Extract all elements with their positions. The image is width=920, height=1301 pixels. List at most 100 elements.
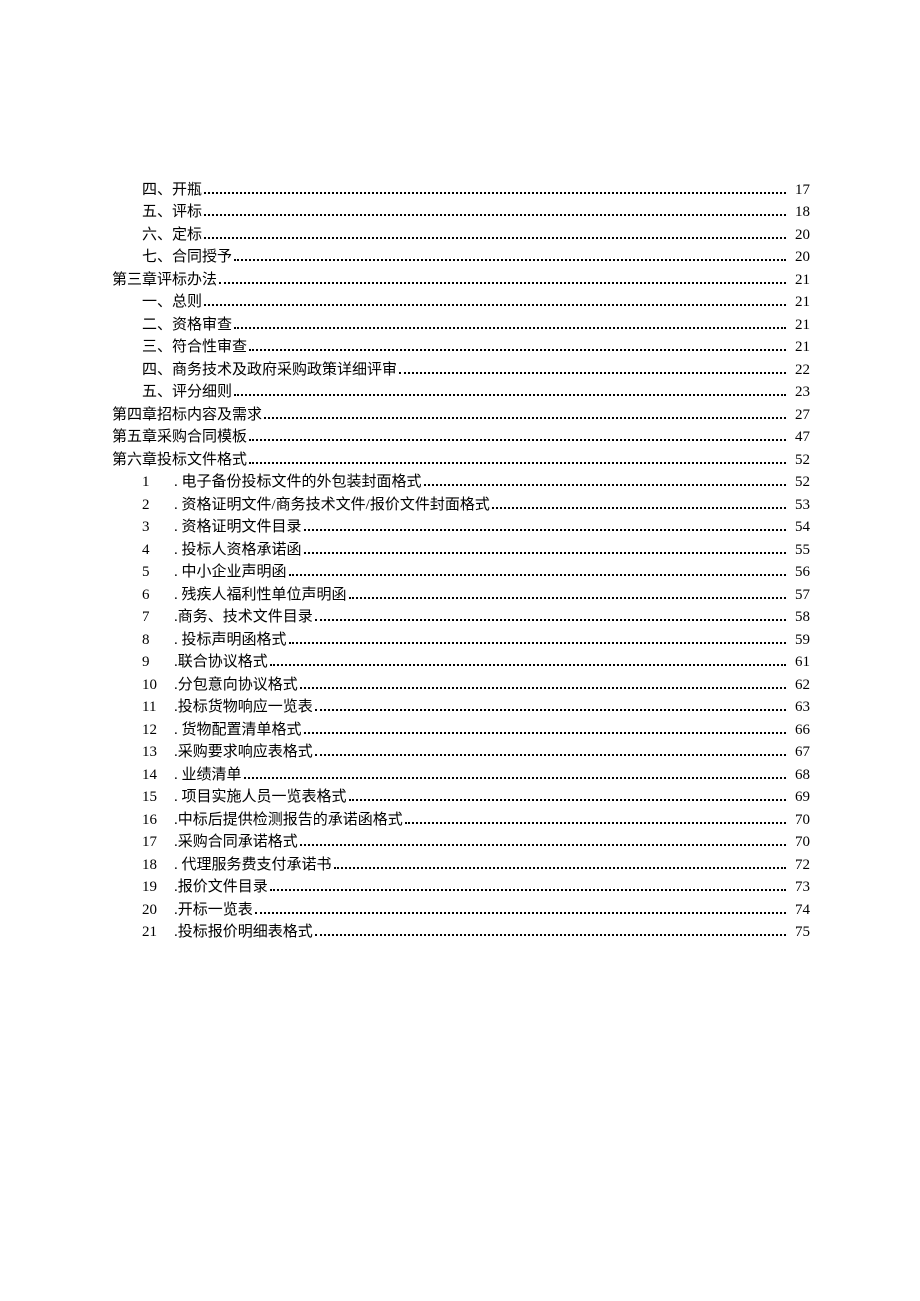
toc-entry-page: 62 [788, 675, 810, 696]
toc-leader-dots [304, 538, 786, 554]
toc-entry: 20.开标一览表 74 [112, 898, 810, 921]
toc-entry: 17.采购合同承诺格式70 [112, 831, 810, 854]
toc-entry-page: 18 [788, 202, 810, 223]
toc-entry: 五、评分细则 23 [112, 381, 810, 404]
toc-entry: 七、合同授予 20 [112, 246, 810, 269]
toc-entry-page: 21 [788, 292, 810, 313]
table-of-contents: 四、开瓶17五、评标18六、定标20七、合同授予20第三章评标办法21一、总则2… [112, 178, 810, 943]
toc-entry-label: . 业绩清单 [174, 765, 242, 786]
toc-entry: 6. 残疾人福利性单位声明函 57 [112, 583, 810, 606]
toc-entry-label: 三、符合性审查 [142, 337, 247, 358]
toc-entry: 10.分包意向协议格式 62 [112, 673, 810, 696]
toc-leader-dots [315, 741, 786, 757]
toc-entry-number: 2 [142, 495, 174, 516]
toc-entry: 18. 代理服务费支付承诺书 72 [112, 853, 810, 876]
toc-entry-number: 18 [142, 855, 174, 876]
toc-entry-page: 21 [788, 270, 810, 291]
toc-leader-dots [424, 471, 786, 487]
toc-leader-dots [234, 246, 786, 262]
toc-leader-dots [304, 516, 786, 532]
toc-entry: 19.报价文件目录 73 [112, 876, 810, 899]
toc-entry-page: 20 [788, 247, 810, 268]
toc-entry: 21.投标报价明细表格式75 [112, 921, 810, 944]
toc-entry-number: 10 [142, 675, 174, 696]
toc-entry-page: 21 [788, 315, 810, 336]
toc-entry-number: 9 [142, 652, 174, 673]
toc-entry: 三、符合性审查 21 [112, 336, 810, 359]
toc-page: 四、开瓶17五、评标18六、定标20七、合同授予20第三章评标办法21一、总则2… [0, 0, 920, 1301]
toc-entry-label: 一、总则 [142, 292, 202, 313]
toc-entry-number: 16 [142, 810, 174, 831]
toc-entry: 二、资格审查21 [112, 313, 810, 336]
toc-entry: 8. 投标声明函格式59 [112, 628, 810, 651]
toc-entry: 12. 货物配置清单格式66 [112, 718, 810, 741]
toc-entry-label: .中标后提供检测报告的承诺函格式 [174, 810, 403, 831]
toc-entry-label: .采购合同承诺格式 [174, 832, 298, 853]
toc-entry-label: .开标一览表 [174, 900, 253, 921]
toc-entry-page: 57 [788, 585, 810, 606]
toc-entry-page: 69 [788, 787, 810, 808]
toc-entry-page: 27 [788, 405, 810, 426]
toc-entry: 14. 业绩清单 68 [112, 763, 810, 786]
toc-entry-page: 22 [788, 360, 810, 381]
toc-entry-page: 67 [788, 742, 810, 763]
toc-entry-label: . 中小企业声明函 [174, 562, 287, 583]
toc-entry-number: 5 [142, 562, 174, 583]
toc-entry-label: .报价文件目录 [174, 877, 268, 898]
toc-leader-dots [300, 831, 786, 847]
toc-entry: 15. 项目实施人员一览表格式 69 [112, 786, 810, 809]
toc-entry-number: 15 [142, 787, 174, 808]
toc-entry-number: 11 [142, 697, 174, 718]
toc-entry-page: 68 [788, 765, 810, 786]
toc-entry: 六、定标20 [112, 223, 810, 246]
toc-entry-number: 13 [142, 742, 174, 763]
toc-leader-dots [204, 201, 786, 217]
toc-entry-label: .投标货物响应一览表 [174, 697, 313, 718]
toc-leader-dots [249, 448, 786, 464]
toc-entry: 五、评标18 [112, 201, 810, 224]
toc-entry-page: 23 [788, 382, 810, 403]
toc-entry-page: 56 [788, 562, 810, 583]
toc-entry-label: .商务、技术文件目录 [174, 607, 313, 628]
toc-entry-page: 52 [788, 472, 810, 493]
toc-entry-label: 七、合同授予 [142, 247, 232, 268]
toc-leader-dots [264, 403, 786, 419]
toc-leader-dots [315, 696, 786, 712]
toc-entry-number: 6 [142, 585, 174, 606]
toc-entry: 9.联合协议格式 61 [112, 651, 810, 674]
toc-entry-label: 第三章评标办法 [112, 270, 217, 291]
toc-entry-label: 五、评分细则 [142, 382, 232, 403]
toc-entry-label: . 投标人资格承诺函 [174, 540, 302, 561]
toc-entry-number: 21 [142, 922, 174, 943]
toc-entry: 第四章招标内容及需求27 [112, 403, 810, 426]
toc-leader-dots [349, 786, 786, 802]
toc-entry: 3. 资格证明文件目录 54 [112, 516, 810, 539]
toc-leader-dots [270, 651, 786, 667]
toc-entry-page: 47 [788, 427, 810, 448]
toc-entry-label: . 残疾人福利性单位声明函 [174, 585, 347, 606]
toc-entry-page: 21 [788, 337, 810, 358]
toc-entry-page: 75 [788, 922, 810, 943]
toc-entry-page: 52 [788, 450, 810, 471]
toc-entry-page: 20 [788, 225, 810, 246]
toc-leader-dots [249, 426, 786, 442]
toc-leader-dots [219, 268, 786, 284]
toc-entry-page: 59 [788, 630, 810, 651]
toc-entry-number: 3 [142, 517, 174, 538]
toc-entry-page: 70 [788, 810, 810, 831]
toc-leader-dots [492, 493, 786, 509]
toc-leader-dots [244, 763, 786, 779]
toc-entry-page: 61 [788, 652, 810, 673]
toc-leader-dots [315, 921, 786, 937]
toc-entry-label: 四、开瓶 [142, 180, 202, 201]
toc-entry: 四、开瓶17 [112, 178, 810, 201]
toc-entry-number: 7 [142, 607, 174, 628]
toc-entry-number: 12 [142, 720, 174, 741]
toc-entry: 一、总则 21 [112, 291, 810, 314]
toc-entry-number: 19 [142, 877, 174, 898]
toc-entry-number: 17 [142, 832, 174, 853]
toc-entry-number: 20 [142, 900, 174, 921]
toc-leader-dots [349, 583, 786, 599]
toc-leader-dots [255, 898, 786, 914]
toc-entry: 11.投标货物响应一览表63 [112, 696, 810, 719]
